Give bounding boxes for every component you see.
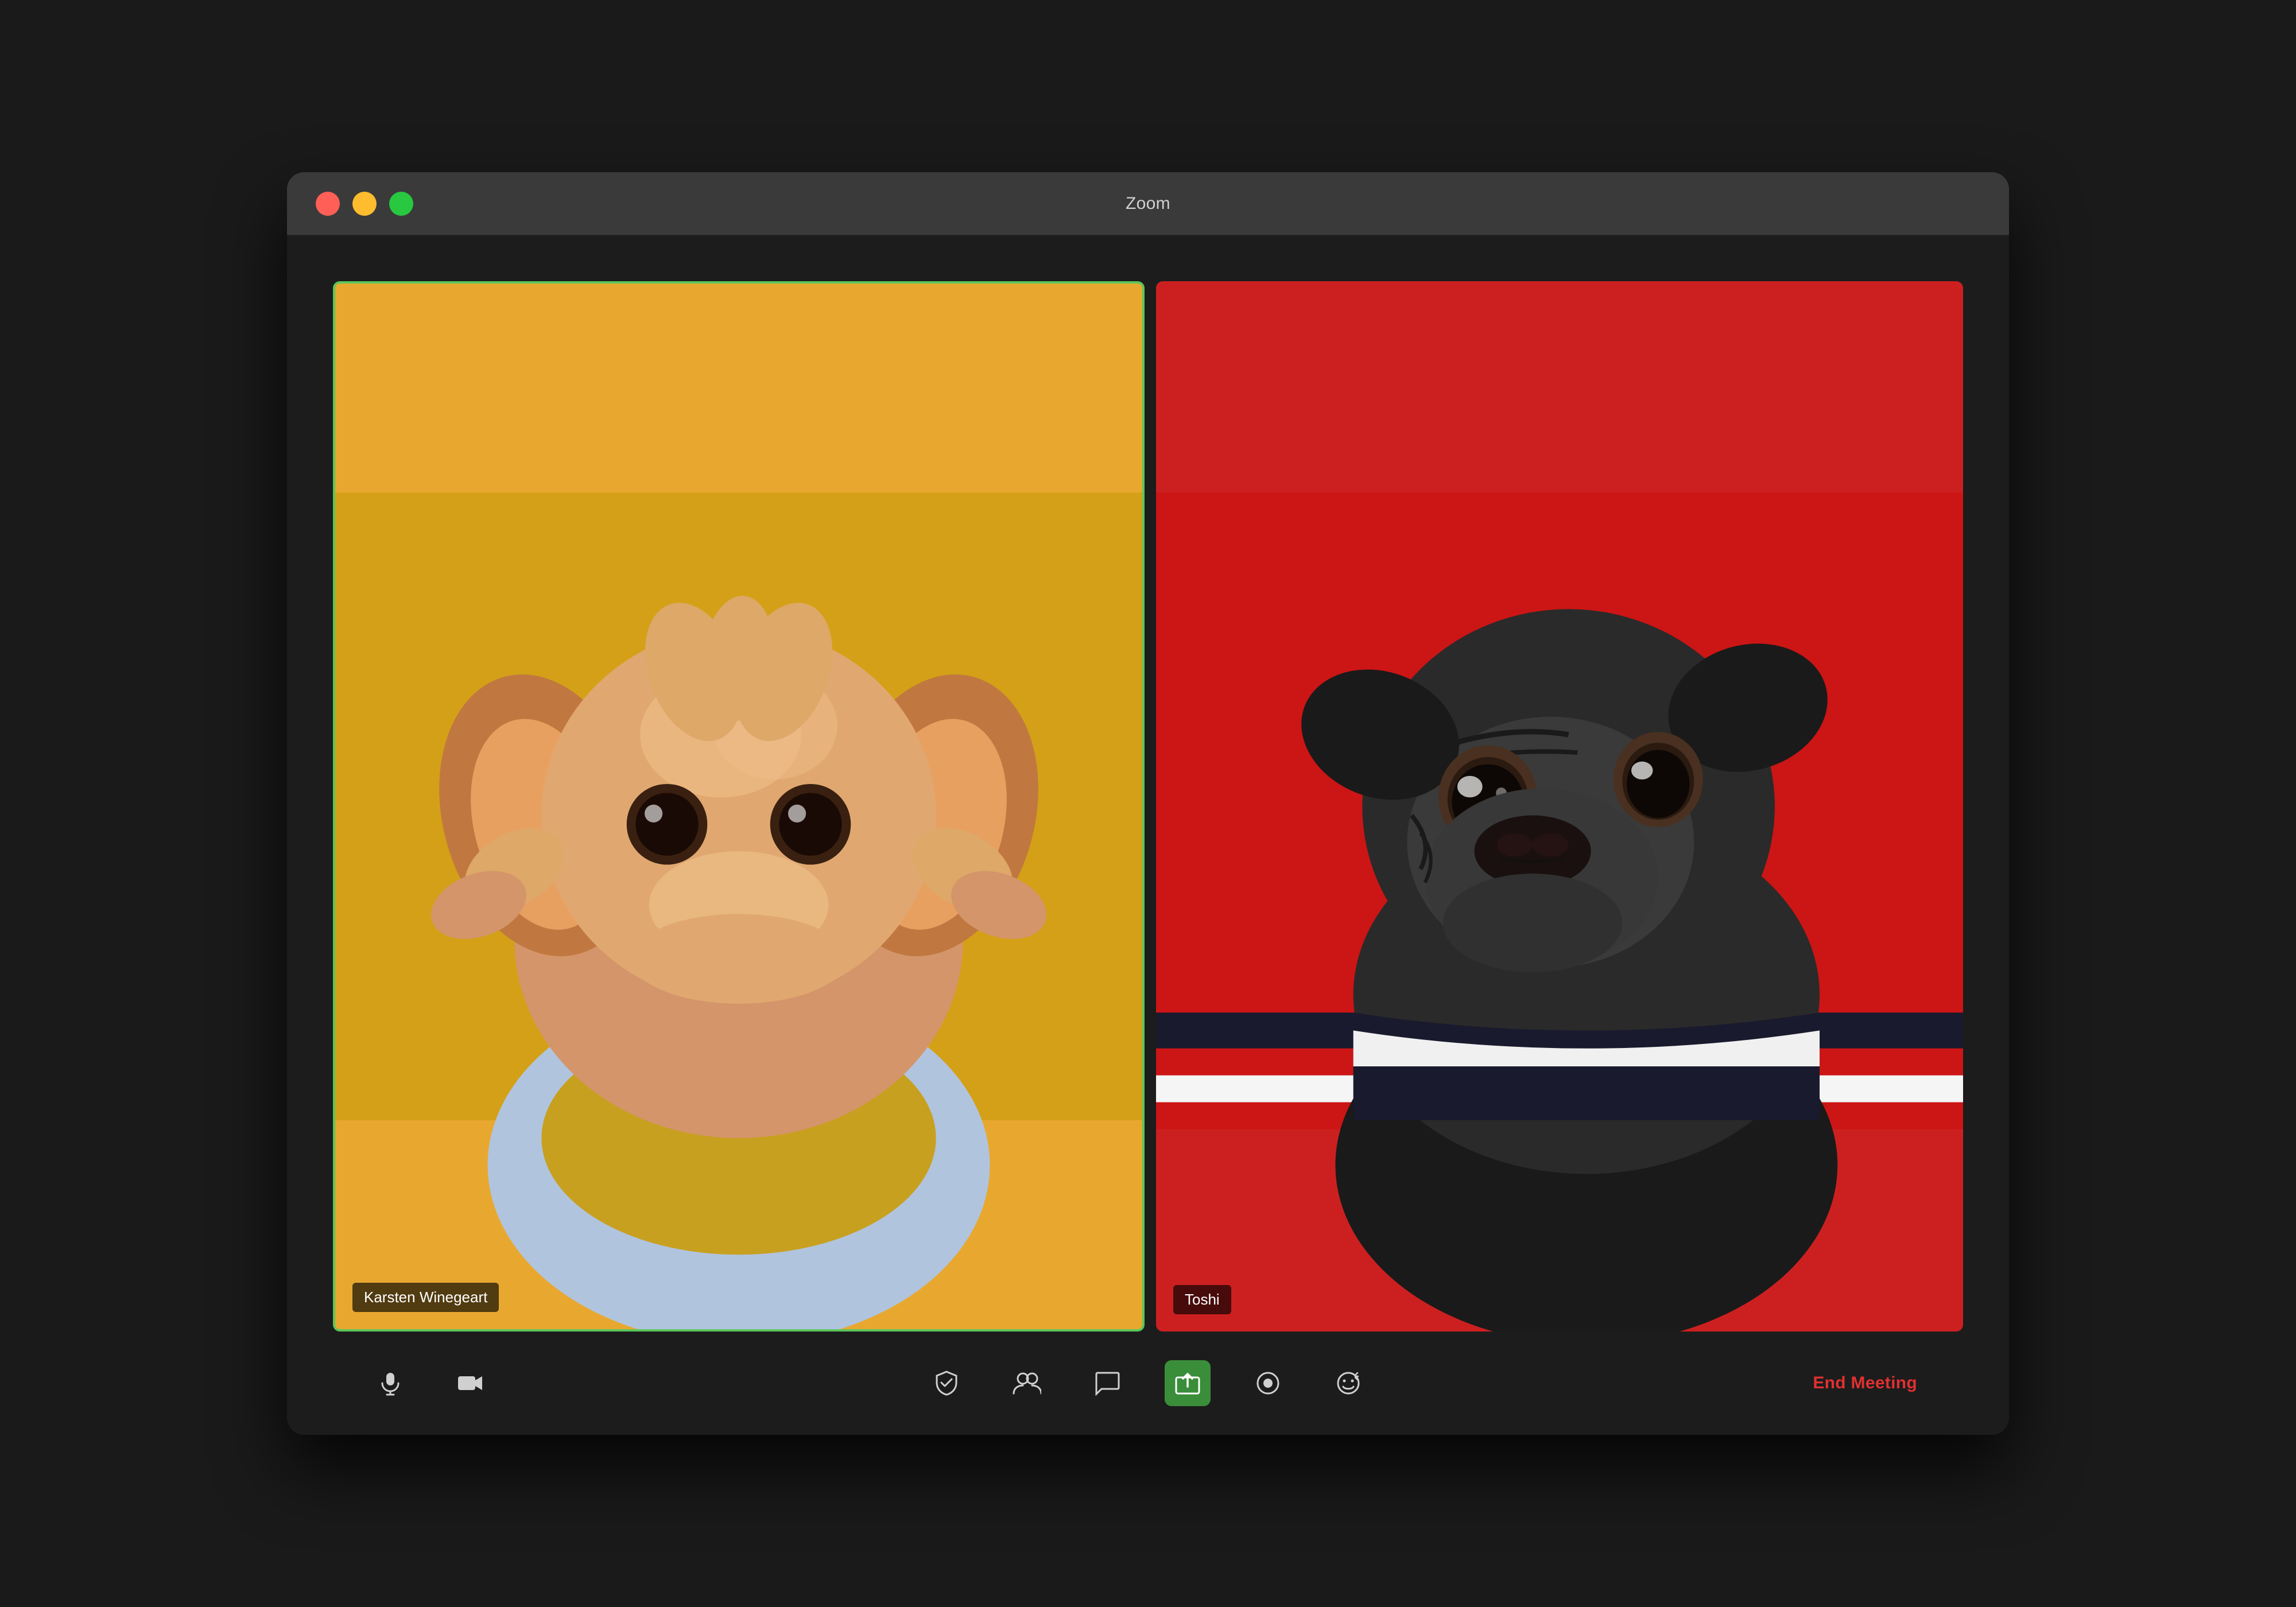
participants-button[interactable] <box>1004 1360 1050 1406</box>
video-tile-toshi: Toshi <box>1156 281 1963 1332</box>
reactions-button[interactable] <box>1325 1360 1371 1406</box>
toolbar-right: End Meeting <box>1801 1365 1929 1402</box>
share-icon <box>1175 1371 1200 1396</box>
content-area: Karsten Winegeart <box>287 235 2009 1435</box>
karsten-name: Karsten Winegeart <box>352 1283 499 1312</box>
security-icon <box>934 1371 959 1396</box>
video-icon <box>457 1371 484 1396</box>
reactions-icon <box>1336 1371 1361 1396</box>
zoom-window: Zoom <box>287 172 2009 1435</box>
toolbar-center <box>924 1360 1371 1406</box>
record-icon <box>1255 1371 1281 1396</box>
toshi-video <box>1156 281 1963 1332</box>
titlebar: Zoom <box>287 172 2009 235</box>
maximize-button[interactable] <box>389 192 413 216</box>
share-screen-button[interactable] <box>1165 1360 1211 1406</box>
toolbar: End Meeting <box>333 1332 1963 1435</box>
record-button[interactable] <box>1245 1360 1291 1406</box>
security-button[interactable] <box>924 1360 969 1406</box>
video-tile-karsten: Karsten Winegeart <box>333 281 1145 1332</box>
video-button[interactable] <box>448 1360 494 1406</box>
chat-icon <box>1095 1371 1120 1396</box>
window-title: Zoom <box>1126 194 1170 214</box>
close-button[interactable] <box>316 192 340 216</box>
karsten-video <box>335 284 1142 1329</box>
mic-icon <box>378 1371 403 1396</box>
traffic-lights <box>316 192 413 216</box>
minimize-button[interactable] <box>352 192 377 216</box>
mute-button[interactable] <box>367 1360 413 1406</box>
participants-icon <box>1013 1371 1041 1396</box>
end-meeting-button[interactable]: End Meeting <box>1801 1365 1929 1402</box>
chat-button[interactable] <box>1084 1360 1130 1406</box>
toshi-name: Toshi <box>1173 1285 1231 1314</box>
toolbar-left <box>367 1360 494 1406</box>
video-grid: Karsten Winegeart <box>333 281 1963 1332</box>
